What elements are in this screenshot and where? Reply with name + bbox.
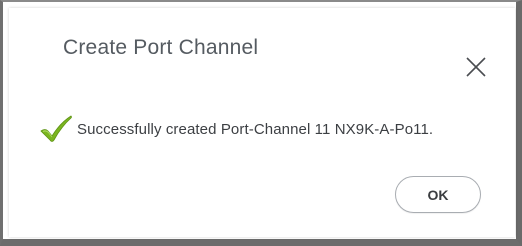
check-icon	[39, 114, 73, 144]
create-port-channel-dialog: Create Port Channel Successfully created…	[9, 8, 515, 237]
dialog-title: Create Port Channel	[63, 36, 259, 59]
status-message-row: Successfully created Port-Channel 11 NX9…	[39, 114, 433, 144]
close-icon[interactable]	[463, 54, 489, 80]
success-message: Successfully created Port-Channel 11 NX9…	[77, 120, 434, 138]
window-frame: Create Port Channel Successfully created…	[0, 0, 522, 246]
ok-button[interactable]: OK	[395, 176, 481, 213]
